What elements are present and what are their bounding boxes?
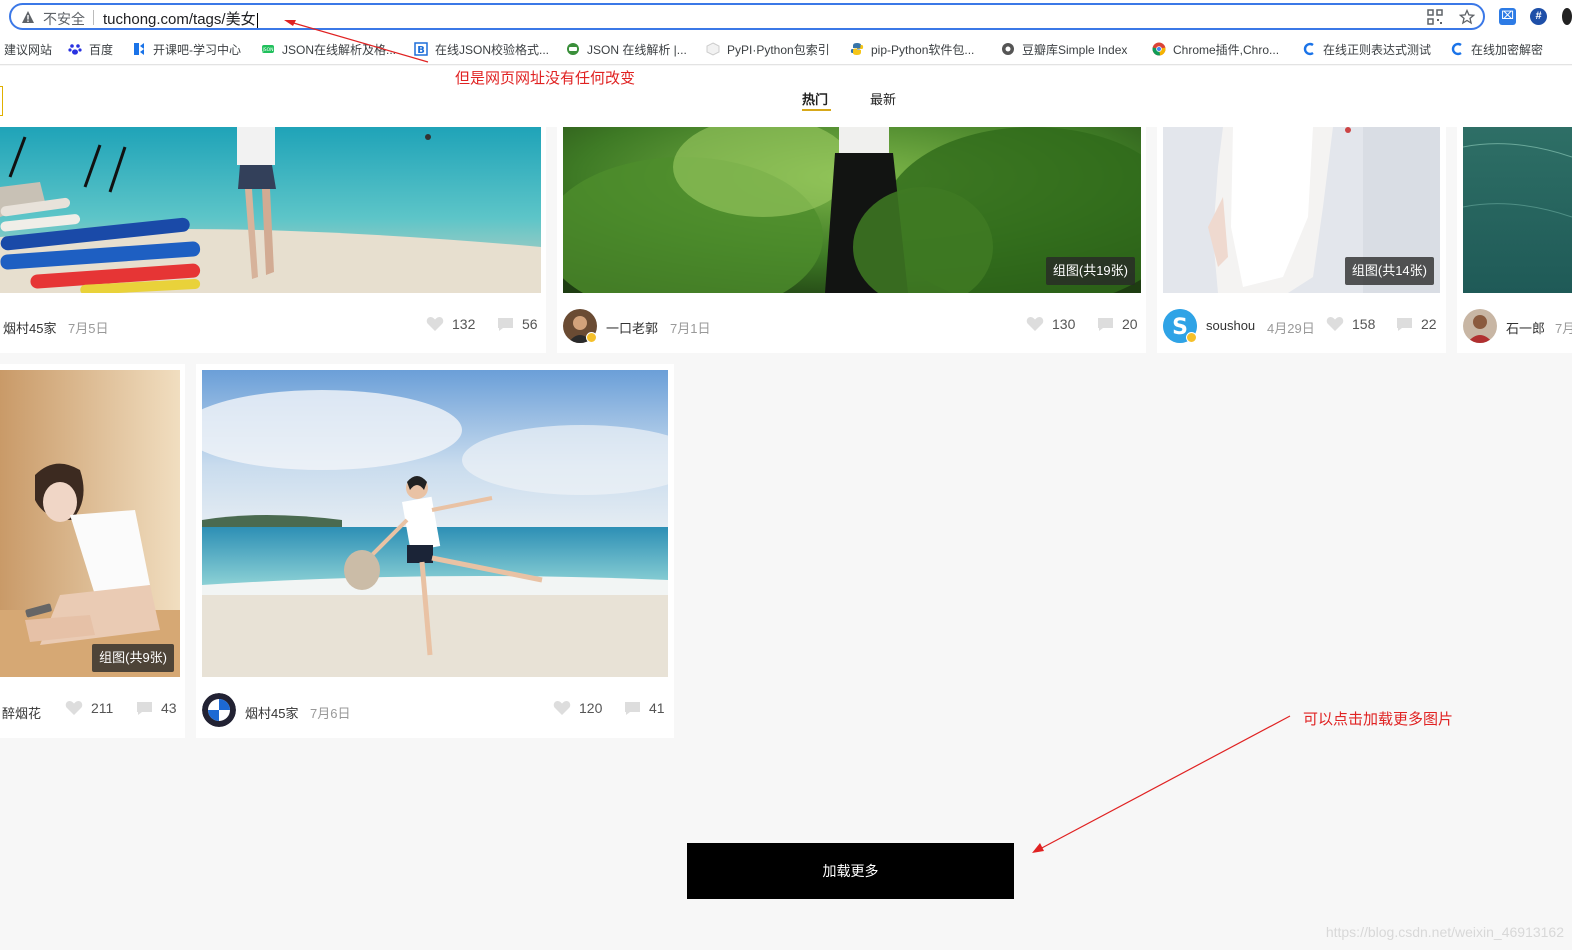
url-arrow-line bbox=[289, 21, 429, 63]
annotation-arrows bbox=[284, 20, 1291, 853]
load-more-annotation: 可以点击加载更多图片 bbox=[1303, 711, 1454, 728]
url-arrow-head bbox=[284, 20, 296, 26]
load-arrow-head bbox=[1032, 843, 1044, 853]
screenshot-root: 不安全 tuchong.com/tags/美女 ⌧ # 建议网站 百度 开课吧-… bbox=[0, 0, 1572, 950]
load-arrow-line bbox=[1037, 715, 1291, 851]
watermark: https://blog.csdn.net/weixin_46913162 bbox=[1325, 924, 1564, 940]
url-annotation: 但是网页网址没有任何改变 bbox=[455, 70, 636, 87]
